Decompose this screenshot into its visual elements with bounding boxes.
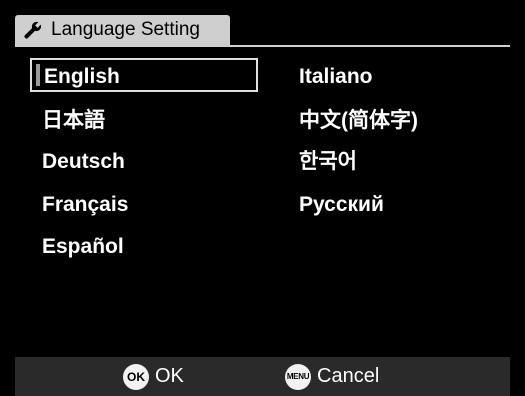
header-tab: Language Setting	[15, 15, 230, 45]
language-label: English	[44, 65, 120, 88]
language-label: 中文(简体字)	[299, 109, 418, 132]
ok-button-icon: OK	[123, 363, 149, 390]
footer-bar: OK OK MENU Cancel	[15, 357, 510, 396]
language-label: 日本語	[42, 109, 105, 132]
language-label: Italiano	[299, 65, 373, 88]
language-label: Русский	[299, 193, 384, 216]
language-option-japanese[interactable]: 日本語	[30, 104, 105, 138]
selection-indicator	[36, 64, 40, 86]
language-setting-screen: Language Setting English 日本語 Deutsch Fra…	[0, 0, 525, 396]
wrench-icon	[21, 18, 45, 42]
language-option-italian[interactable]: Italiano	[287, 60, 373, 94]
language-option-french[interactable]: Français	[30, 188, 128, 222]
language-label: Français	[42, 193, 129, 216]
menu-button-icon: MENU	[285, 363, 311, 390]
language-label: 한국어	[299, 150, 357, 173]
language-label: Español	[42, 235, 124, 258]
cancel-label: Cancel	[317, 365, 380, 387]
language-option-spanish[interactable]: Español	[30, 230, 124, 264]
language-option-english[interactable]: English	[30, 58, 258, 92]
ok-label: OK	[155, 365, 184, 387]
language-option-german[interactable]: Deutsch	[30, 145, 125, 179]
header-divider	[15, 45, 510, 47]
language-label: Deutsch	[42, 150, 125, 173]
cancel-button[interactable]: MENU Cancel	[285, 357, 379, 396]
language-option-russian[interactable]: Русский	[287, 188, 384, 222]
language-option-chinese-simplified[interactable]: 中文(简体字)	[287, 104, 418, 138]
language-option-korean[interactable]: 한국어	[287, 145, 357, 179]
page-title: Language Setting	[51, 19, 200, 40]
ok-button[interactable]: OK OK	[123, 357, 184, 396]
